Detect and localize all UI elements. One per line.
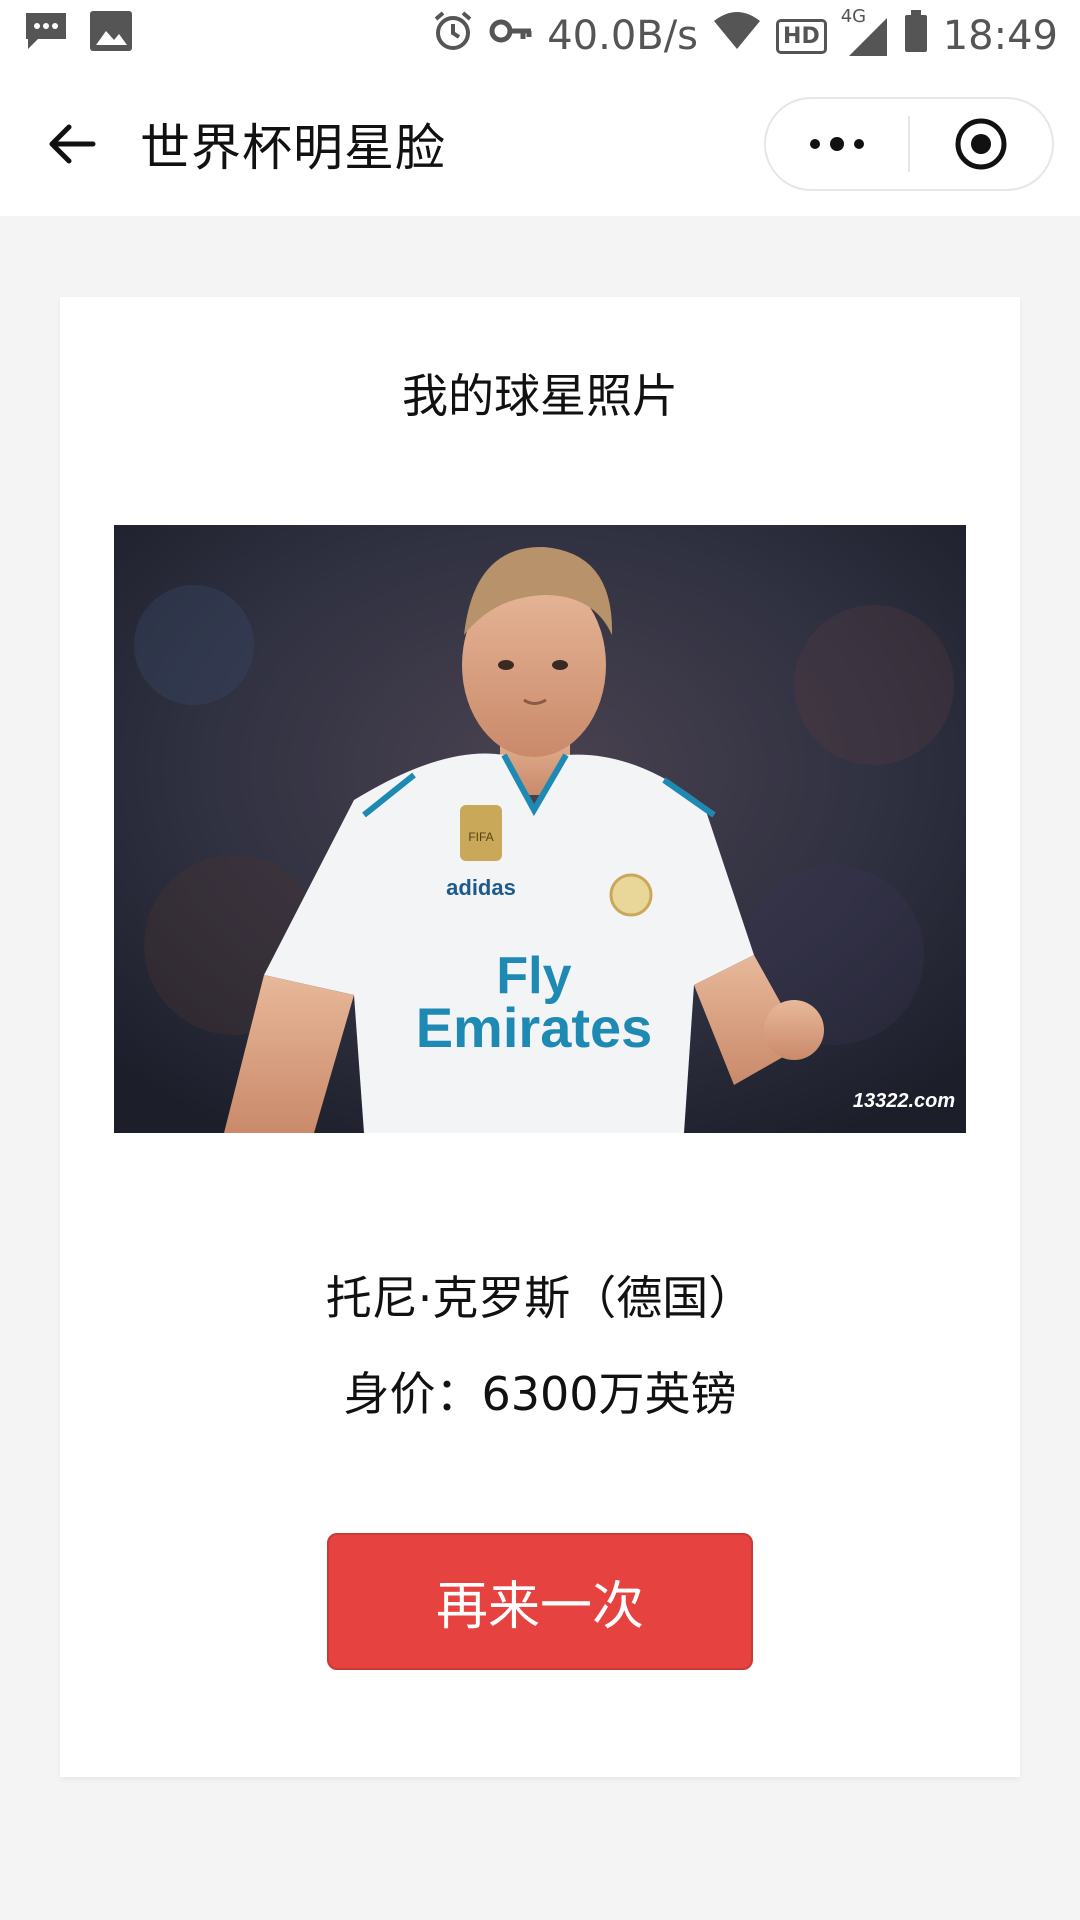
alarm-icon (431, 9, 475, 63)
player-photo: FIFA adidas Fly Emirates 13322.com (114, 525, 966, 1133)
battery-icon (903, 9, 929, 63)
clock-time: 18:49 (942, 13, 1058, 59)
club-crest-icon (609, 873, 653, 917)
svg-text:13322.com: 13322.com (853, 1090, 955, 1112)
retry-button[interactable]: 再来一次 (327, 1533, 753, 1670)
mini-program-capsule (764, 97, 1054, 191)
svg-text:FIFA: FIFA (468, 830, 493, 844)
status-right: 40.0B/s HD 4G 18:49 (431, 6, 1058, 63)
message-icon (22, 9, 70, 63)
status-left (22, 9, 134, 63)
key-icon (489, 9, 533, 63)
back-arrow-icon (49, 124, 96, 164)
hd-badge: HD (776, 18, 827, 54)
target-circle-icon (955, 118, 1007, 170)
back-button[interactable] (42, 114, 102, 174)
page-title: 世界杯明星脸 (140, 119, 446, 177)
player-name: 托尼·克罗斯（德国） (325, 1271, 755, 1325)
retry-button-label: 再来一次 (435, 1577, 644, 1637)
signal-icon: 4G (841, 6, 889, 58)
svg-text:adidas: adidas (446, 875, 516, 900)
card-title: 我的球星照片 (402, 369, 678, 423)
close-program-button[interactable] (910, 99, 1052, 189)
hd-label: HD (783, 23, 820, 49)
more-button[interactable] (766, 99, 908, 189)
player-value: 身价：6300万英镑 (343, 1367, 737, 1421)
shirt-sponsor-line-2: Emirates (416, 996, 653, 1059)
more-dots-icon (810, 137, 864, 151)
image-icon (88, 9, 134, 63)
wifi-icon (712, 9, 762, 63)
status-bar: 40.0B/s HD 4G 18:49 (0, 0, 1080, 72)
network-speed: 40.0B/s (547, 13, 699, 59)
navigation-bar: 世界杯明星脸 (0, 72, 1080, 216)
